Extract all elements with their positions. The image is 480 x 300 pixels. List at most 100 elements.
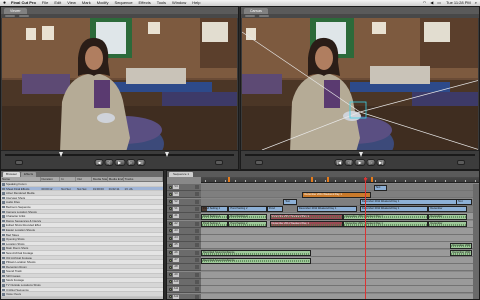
track-area[interactable]	[201, 264, 479, 272]
track-area[interactable]: December 2011	[201, 242, 479, 250]
zoom-popup[interactable]	[5, 15, 15, 17]
view-popup[interactable]	[19, 15, 29, 17]
shuttle-control[interactable]	[15, 160, 23, 165]
timeline-marker[interactable]	[228, 177, 231, 182]
track-area[interactable]	[201, 279, 479, 286]
track-area[interactable]: Text December 2011 Weekend Day 1 Text	[201, 199, 479, 206]
timeline-clip[interactable]: Pond Setting 2	[228, 221, 267, 227]
go-to-in-button[interactable]: |◀	[94, 159, 103, 166]
lock-icon[interactable]	[195, 185, 199, 189]
column-header[interactable]: Media Start	[92, 177, 108, 181]
viewer-video-frame[interactable]	[2, 18, 237, 150]
timeline-clip[interactable]: December 2011 Weekend Day 1	[269, 221, 344, 227]
timeline-clip[interactable]: Recorded Sound Ambience	[201, 257, 311, 264]
lock-icon[interactable]	[195, 243, 199, 248]
timeline-clip[interactable]: Pond Setting 1	[201, 213, 229, 220]
go-to-out-button[interactable]: ▶|	[136, 159, 145, 166]
track-area[interactable]	[201, 294, 479, 300]
canvas-play-in-out-button[interactable]: ◁	[344, 159, 354, 166]
timeline-clip[interactable]: December 2011 Weekend Day 1	[302, 191, 371, 198]
canvas-go-to-in-button[interactable]: |◀	[334, 159, 344, 166]
timeline-clip[interactable]: December	[428, 213, 467, 220]
track-area[interactable]: Recorded Sound Ambience December 2011	[201, 250, 479, 257]
track-visibility-toggle[interactable]	[169, 236, 172, 240]
column-header[interactable]: Name	[1, 177, 41, 181]
timeline-clip[interactable]: December 2011 Weekend Day 1	[359, 199, 470, 206]
lock-icon[interactable]	[195, 279, 199, 284]
track-visibility-toggle[interactable]	[169, 229, 172, 233]
timeline-clip[interactable]: December 2011 Weekend Day 1	[343, 213, 429, 220]
track-visibility-toggle[interactable]	[169, 222, 172, 225]
tab-canvas[interactable]: Canvas	[244, 7, 268, 14]
browser-row[interactable]: Voice Overs	[1, 292, 163, 297]
timeline-marker[interactable]	[327, 177, 330, 182]
track-visibility-toggle[interactable]	[169, 295, 172, 298]
timeline-marker[interactable]	[370, 177, 373, 182]
play-button[interactable]: ▶	[114, 159, 125, 166]
track-visibility-toggle[interactable]	[169, 258, 172, 262]
lock-icon[interactable]	[195, 206, 199, 211]
lock-icon[interactable]	[195, 236, 199, 241]
canvas-jog-control[interactable]	[457, 160, 465, 165]
timeline-clip[interactable]: Pond Setting 1	[201, 206, 229, 213]
timeline-clip[interactable]: December	[428, 221, 467, 227]
canvas-shuttle-control[interactable]	[255, 160, 263, 165]
track-area[interactable]: December 2011 Weekend Day 1	[201, 191, 479, 199]
track-area[interactable]	[201, 228, 479, 235]
canvas-video-frame[interactable]	[242, 18, 478, 150]
track-area[interactable]: Pond Setting 1Pond Setting 2December 201…	[201, 221, 479, 228]
tab-effects[interactable]: Effects	[21, 171, 37, 177]
timeline-clip[interactable]: Pond Setting 2	[228, 213, 267, 220]
timeline-clip[interactable]: Text	[373, 184, 388, 191]
lock-icon[interactable]	[195, 214, 199, 219]
timeline-clip[interactable]: December 2011 Weekend Day 1	[296, 206, 358, 213]
track-visibility-toggle[interactable]	[169, 251, 172, 255]
lock-icon[interactable]	[195, 294, 199, 299]
timeline-clip[interactable]: Pond	[266, 206, 284, 213]
lock-icon[interactable]	[195, 221, 199, 226]
timeline-clip[interactable]: December 2011 Weekend Day 1	[269, 213, 344, 220]
timeline-clip[interactable]: December 2011 Weekend Day 1	[343, 221, 429, 227]
track-visibility-toggle[interactable]	[169, 185, 172, 189]
track-area[interactable]: Pond Setting 1Pond Setting 2December 201…	[201, 213, 479, 221]
timeline-clip[interactable]: December	[428, 206, 467, 213]
lock-icon[interactable]	[195, 258, 199, 262]
column-header[interactable]: Media End	[108, 177, 124, 181]
canvas-go-to-out-button[interactable]: ▶|	[376, 159, 386, 166]
lock-icon[interactable]	[195, 287, 199, 292]
column-header[interactable]: Duration	[41, 177, 61, 181]
timeline-clip[interactable]: Pond Setting 2	[228, 206, 267, 213]
lock-icon[interactable]	[195, 228, 199, 233]
tab-viewer[interactable]: Viewer	[4, 7, 27, 14]
track-visibility-toggle[interactable]	[169, 243, 172, 247]
lock-icon[interactable]	[195, 272, 199, 277]
track-area[interactable]	[201, 235, 479, 243]
track-visibility-toggle[interactable]	[169, 273, 172, 277]
timeline-clip[interactable]: December 2011	[450, 242, 473, 249]
play-in-out-button[interactable]: ◁	[104, 159, 113, 166]
timeline-clip[interactable]: Text	[283, 199, 297, 206]
viewer-scrubber[interactable]	[5, 154, 234, 156]
timeline-scrollbar[interactable]	[473, 184, 479, 299]
column-header[interactable]: In	[60, 177, 77, 181]
timeline-clip[interactable]: Text	[455, 199, 473, 206]
track-visibility-toggle[interactable]	[169, 200, 172, 204]
timeline-ruler[interactable]	[201, 177, 479, 183]
lock-icon[interactable]	[195, 192, 199, 197]
timeline-clip[interactable]: December 2011	[450, 250, 473, 257]
track-area[interactable]: Pond Setting 1 Pond Setting 2 Pond December…	[201, 206, 479, 213]
canvas-play-button[interactable]: ▶	[354, 159, 366, 166]
play-around-button[interactable]: ▷	[126, 159, 135, 166]
track-visibility-toggle[interactable]	[169, 287, 172, 291]
track-visibility-toggle[interactable]	[169, 214, 172, 218]
timeline-marker[interactable]	[310, 177, 313, 182]
timeline-clip[interactable]: Recorded Sound Ambience	[201, 250, 311, 257]
jog-control[interactable]	[215, 160, 223, 165]
column-header[interactable]: Out	[76, 177, 92, 181]
track-visibility-toggle[interactable]	[169, 280, 172, 284]
lock-icon[interactable]	[195, 250, 199, 255]
track-area[interactable]: Recorded Sound Ambience	[201, 257, 479, 264]
timeline-clip[interactable]: December 2011 Weekend Day 1	[359, 206, 429, 213]
tab-browser[interactable]: Browser	[3, 171, 21, 177]
track-area[interactable]: Text	[201, 184, 479, 191]
